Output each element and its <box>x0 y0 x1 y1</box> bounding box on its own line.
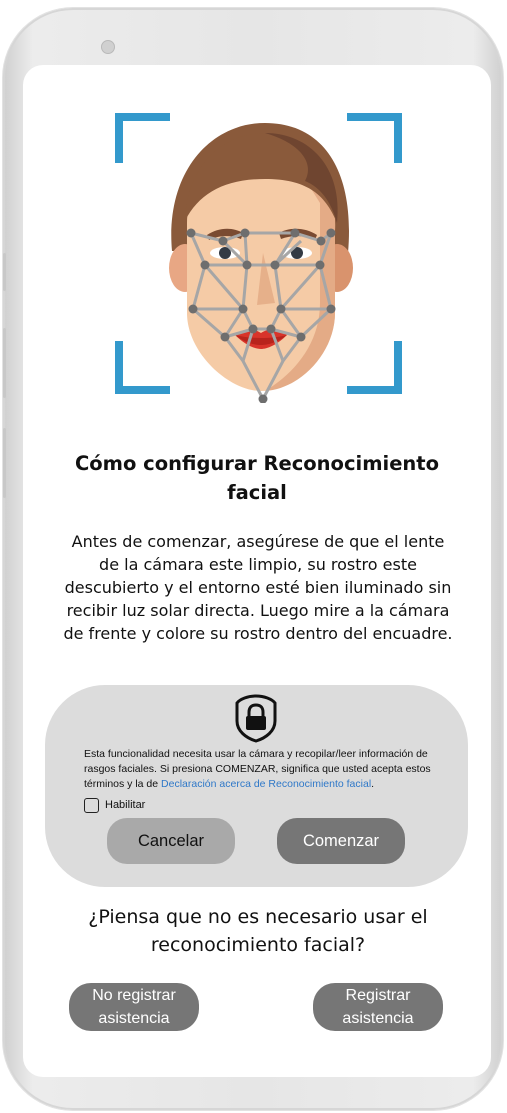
enable-checkbox[interactable] <box>84 797 99 813</box>
phone-frame: Cómo configurar Reconocimiento facial An… <box>3 8 503 1110</box>
side-button <box>3 328 6 398</box>
cancel-button[interactable]: Cancelar <box>107 818 235 864</box>
no-register-attendance-button[interactable]: No registrar asistencia <box>69 983 199 1031</box>
instructions-text: Antes de comenzar, asegúrese de que el l… <box>63 532 453 643</box>
consent-card: Esta funcionalidad necesita usar la cáma… <box>45 685 468 887</box>
volume-button <box>3 253 6 291</box>
enable-checkbox-row[interactable]: Habilitar <box>84 796 145 814</box>
facial-recognition-declaration-link[interactable]: Declaración acerca de Reconocimiento fac… <box>161 778 371 790</box>
start-button[interactable]: Comenzar <box>277 818 405 864</box>
consent-text: Esta funcionalidad necesita usar la cáma… <box>84 747 442 792</box>
front-camera <box>101 40 115 54</box>
enable-checkbox-label: Habilitar <box>105 799 146 811</box>
alternative-question: ¿Piensa que no es necesario usar el reco… <box>88 906 428 956</box>
app-screen: Cómo configurar Reconocimiento facial An… <box>23 65 491 1077</box>
consent-text-end: . <box>371 778 375 790</box>
side-button-lower <box>3 428 6 498</box>
shield-lock-icon <box>235 694 277 743</box>
face-scan-icon <box>115 113 402 403</box>
register-attendance-button[interactable]: Registrar asistencia <box>313 983 443 1031</box>
page-title: Cómo configurar Reconocimiento facial <box>74 452 440 504</box>
